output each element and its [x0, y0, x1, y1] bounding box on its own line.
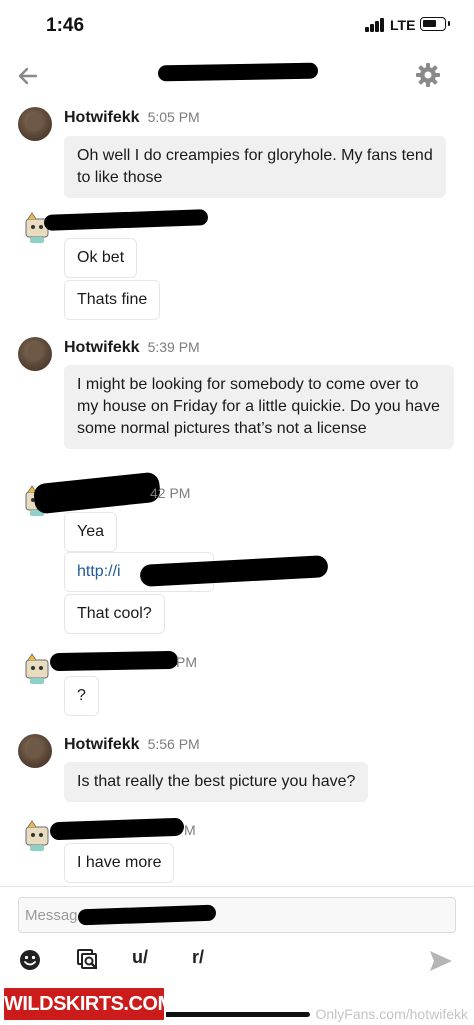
user-mention-button[interactable]: u/	[132, 947, 148, 968]
status-bar: 1:46 LTE	[0, 0, 474, 52]
signal-icon	[365, 18, 387, 32]
chat-header	[0, 52, 474, 100]
sender-name: Hotwifekk 5:56 PM	[64, 736, 200, 753]
watermark-text: OnlyFans.com/hotwifekk	[315, 1006, 469, 1022]
username-redacted	[32, 471, 162, 515]
sender-name: Hotwifekk 5:39 PM	[64, 339, 200, 356]
gear-icon[interactable]	[414, 61, 442, 89]
message-time: 42 PM	[150, 485, 191, 501]
message-bubble: Ok bet	[64, 238, 138, 278]
send-icon[interactable]	[428, 949, 454, 973]
message-time: M	[184, 822, 196, 838]
emoji-icon[interactable]	[18, 948, 42, 972]
battery-icon	[420, 17, 450, 31]
message-bubble: ?	[64, 676, 99, 716]
image-search-icon[interactable]	[76, 948, 100, 972]
message-time: 5:56 PM	[147, 736, 200, 752]
chat-title-redacted	[157, 62, 319, 82]
back-arrow-icon[interactable]	[14, 62, 42, 90]
watermark-logo: WILDSKIRTS.COM	[2, 986, 174, 1022]
username-redacted	[49, 650, 179, 672]
status-time: 1:46	[46, 15, 85, 36]
username-redacted	[49, 817, 185, 841]
snoo-avatar[interactable]	[22, 819, 52, 853]
message-time: 5:39 PM	[147, 339, 200, 355]
avatar[interactable]	[18, 337, 52, 371]
home-indicator	[164, 1012, 310, 1017]
message-bubble: Yea	[64, 512, 117, 552]
network-label: LTE	[390, 17, 416, 33]
message-bubble: Oh well I do creampies for gloryhole. My…	[64, 136, 446, 198]
message-bubble: Is that really the best picture you have…	[64, 762, 369, 802]
avatar[interactable]	[18, 734, 52, 768]
message-time: PM	[176, 654, 197, 670]
message-input-placeholder: Messag	[25, 907, 78, 924]
subreddit-mention-button[interactable]: r/	[192, 947, 204, 968]
message-composer: Messag u/ r/	[0, 886, 474, 986]
snoo-avatar[interactable]	[22, 652, 52, 686]
sender-name: Hotwifekk 5:05 PM	[64, 109, 200, 126]
username-redacted	[43, 209, 209, 231]
message-bubble: I might be looking for somebody to come …	[64, 365, 454, 449]
avatar[interactable]	[18, 107, 52, 141]
message-bubble: That cool?	[64, 594, 165, 634]
message-bubble: I have more	[64, 843, 175, 883]
message-bubble: Thats fine	[64, 280, 161, 320]
message-time: 5:05 PM	[147, 109, 200, 125]
